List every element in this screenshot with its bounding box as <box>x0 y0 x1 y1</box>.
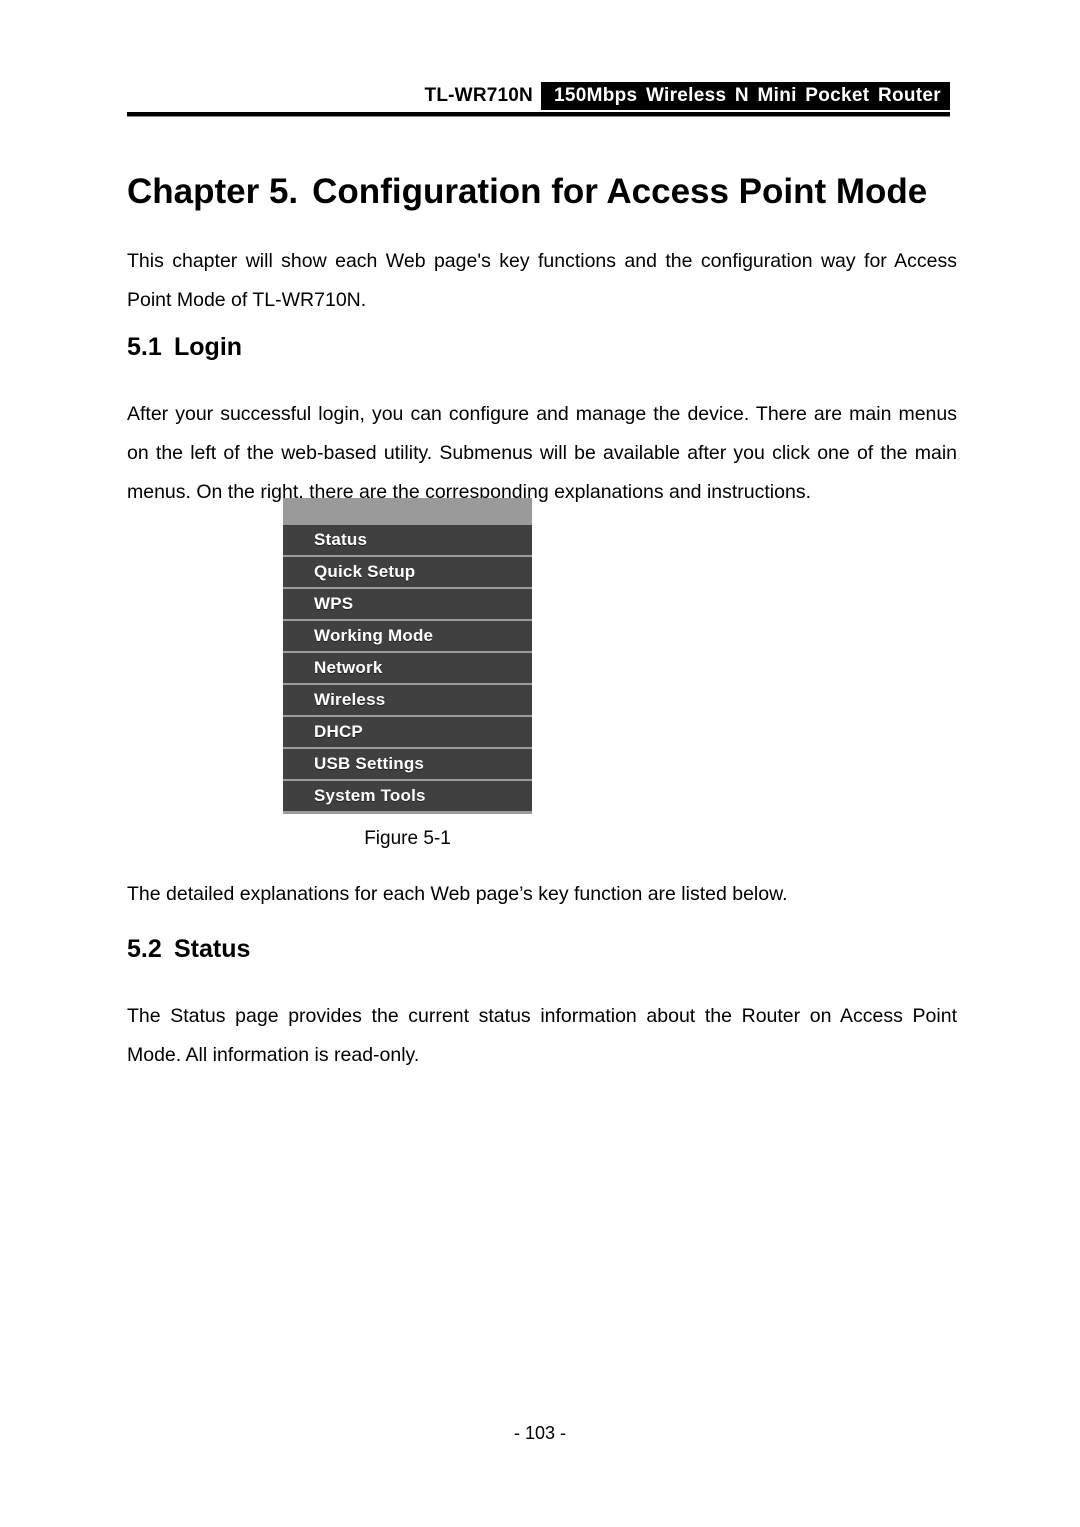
section-heading-login: 5.1 Login <box>127 332 242 362</box>
sidebar-item-quick-setup[interactable]: Quick Setup <box>283 555 532 587</box>
sidebar-item-wps[interactable]: WPS <box>283 587 532 619</box>
chapter-number: Chapter 5. <box>127 172 299 212</box>
header-model-name: TL-WR710N <box>424 82 541 110</box>
page-footer: - 103 - <box>0 1423 1080 1444</box>
page-number: - 103 - <box>513 1423 567 1443</box>
menu-header-strip <box>283 498 532 523</box>
sidebar-item-working-mode[interactable]: Working Mode <box>283 619 532 651</box>
after-figure-paragraph: The detailed explanations for each Web p… <box>127 882 788 905</box>
sidebar-item-label: Wireless <box>314 690 386 709</box>
sidebar-item-dhcp[interactable]: DHCP <box>283 715 532 747</box>
sidebar-item-label: Status <box>314 530 368 549</box>
sidebar-item-network[interactable]: Network <box>283 651 532 683</box>
section-number: 5.1 <box>127 332 162 361</box>
section-title: Login <box>174 332 243 361</box>
header-divider-rule <box>127 112 950 117</box>
sidebar-item-system-tools[interactable]: System Tools <box>283 779 532 811</box>
sidebar-item-status[interactable]: Status <box>283 523 532 555</box>
section-heading-status: 5.2 Status <box>127 934 250 964</box>
sidebar-item-usb-settings[interactable]: USB Settings <box>283 747 532 779</box>
status-paragraph: The Status page provides the current sta… <box>127 1004 957 1066</box>
router-menu-screenshot: Status Quick Setup WPS Working Mode Netw… <box>283 498 532 814</box>
section-title: Status <box>174 934 251 963</box>
sidebar-item-label: Network <box>314 658 383 677</box>
login-paragraph: After your successful login, you can con… <box>127 402 957 503</box>
sidebar-item-label: WPS <box>314 594 354 613</box>
sidebar-item-label: System Tools <box>314 786 426 805</box>
figure-caption: Figure 5-1 <box>364 828 451 849</box>
chapter-title-text: Configuration for Access Point Mode <box>312 172 928 212</box>
sidebar-item-label: Quick Setup <box>314 562 416 581</box>
page-title: Chapter 5. Configuration for Access Point… <box>127 171 957 213</box>
intro-paragraph: This chapter will show each Web page's k… <box>127 249 957 311</box>
header-product-band: 150Mbps Wireless N Mini Pocket Router <box>540 82 950 110</box>
sidebar-item-wireless[interactable]: Wireless <box>283 683 532 715</box>
sidebar-item-label: DHCP <box>314 722 363 741</box>
document-page: TL-WR710N 150Mbps Wireless N Mini Pocket… <box>0 0 1080 1527</box>
sidebar-item-label: USB Settings <box>314 754 425 773</box>
section-number: 5.2 <box>127 934 162 963</box>
sidebar-item-label: Working Mode <box>314 626 434 645</box>
running-header: TL-WR710N 150Mbps Wireless N Mini Pocket… <box>127 82 950 110</box>
figure-5-1: Status Quick Setup WPS Working Mode Netw… <box>283 498 532 850</box>
